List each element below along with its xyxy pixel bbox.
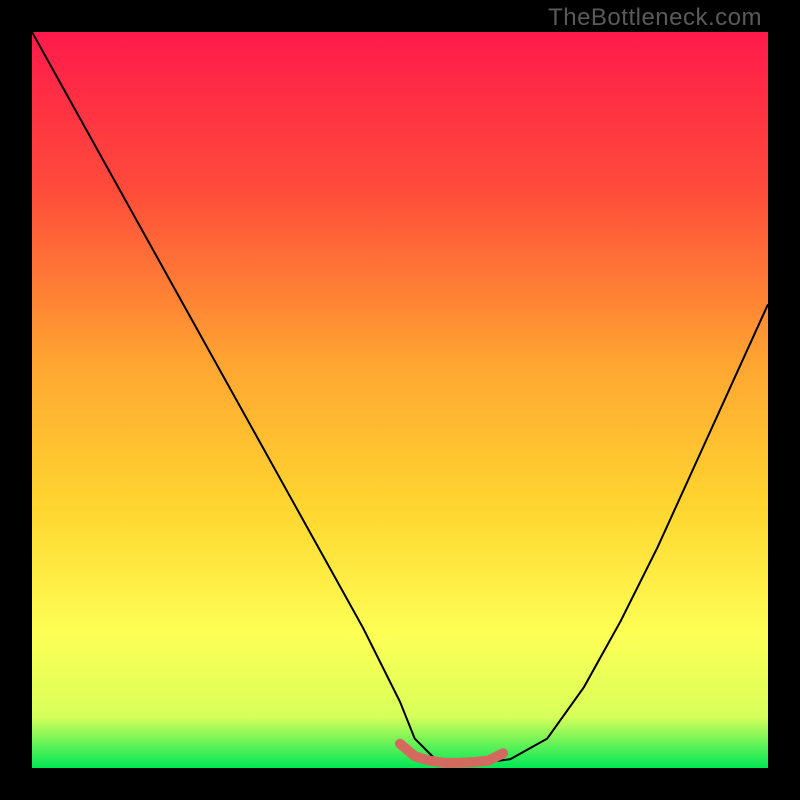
gradient-background — [32, 32, 768, 768]
chart-frame — [32, 32, 768, 768]
watermark-text: TheBottleneck.com — [548, 4, 762, 32]
bottleneck-chart — [32, 32, 768, 768]
